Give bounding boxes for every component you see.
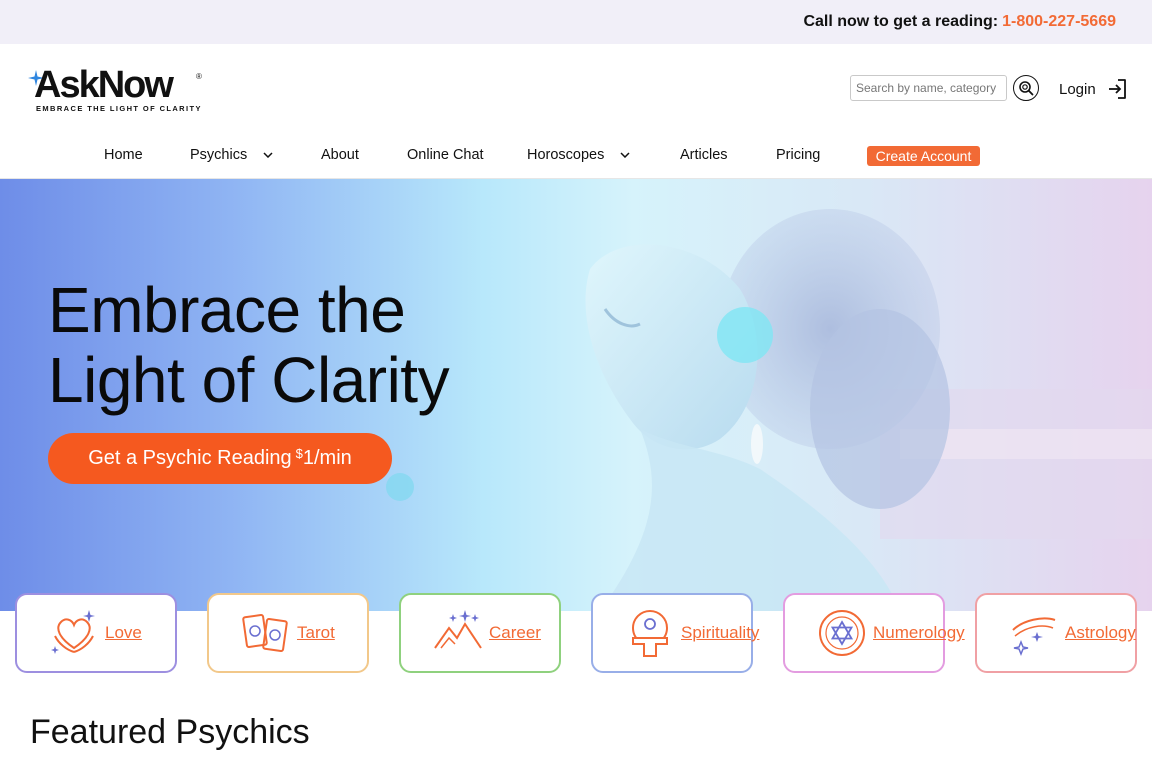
chevron-down-icon xyxy=(620,152,630,158)
search-icon xyxy=(1019,81,1034,96)
category-career[interactable]: Career xyxy=(399,593,561,673)
category-career-label: Career xyxy=(489,623,541,642)
search-input[interactable] xyxy=(850,75,1007,101)
logo-wordmark: AskNow xyxy=(34,64,174,106)
category-numerology-label: Numerology xyxy=(873,623,965,642)
hero-title-line1: Embrace the xyxy=(48,274,406,346)
login-label: Login xyxy=(1059,80,1096,98)
meditation-icon xyxy=(632,610,668,657)
hero-banner: Embrace the Light of Clarity Get a Psych… xyxy=(0,179,1152,611)
nav-articles-label: Articles xyxy=(680,147,728,163)
nav-psychics-label: Psychics xyxy=(190,147,248,163)
nav-articles[interactable]: Articles xyxy=(680,147,728,163)
nav-about[interactable]: About xyxy=(321,147,359,163)
category-astrology-label: Astrology xyxy=(1065,623,1136,642)
nav-online-chat-label: Online Chat xyxy=(407,147,484,163)
logo[interactable]: AskNow ® EMBRACE THE LIGHT OF CLARITY xyxy=(28,64,208,114)
hero-cta-price: 1/min xyxy=(302,447,352,469)
nav-home[interactable]: Home xyxy=(104,147,143,163)
featured-psychics-heading: Featured Psychics xyxy=(30,713,310,751)
phone-link[interactable]: 1-800-227-5669 xyxy=(1002,13,1116,31)
star-of-david-icon xyxy=(819,610,865,656)
hero-title-line2: Light of Clarity xyxy=(48,344,450,416)
category-tarot-label: Tarot xyxy=(297,623,335,642)
nav-pricing[interactable]: Pricing xyxy=(776,147,820,163)
nav-about-label: About xyxy=(321,147,359,163)
login-icon xyxy=(1108,79,1126,99)
category-love[interactable]: Love xyxy=(15,593,177,673)
top-bar: Call now to get a reading: 1-800-227-566… xyxy=(0,0,1152,44)
category-numerology[interactable]: Numerology xyxy=(783,593,965,673)
nav-horoscopes[interactable]: Horoscopes xyxy=(527,147,630,163)
category-spirituality-label: Spirituality xyxy=(681,623,760,642)
hero-title: Embrace the Light of Clarity xyxy=(48,274,450,416)
mountain-icon xyxy=(434,610,482,649)
login-button[interactable]: Login xyxy=(1059,78,1128,100)
hero-cta-currency: $ xyxy=(295,446,303,461)
header: AskNow ® EMBRACE THE LIGHT OF CLARITY Lo… xyxy=(0,44,1152,132)
tarot-cards-icon xyxy=(242,614,288,652)
search-button[interactable] xyxy=(1013,75,1039,101)
nav-psychics[interactable]: Psychics xyxy=(190,147,273,163)
call-text: Call now to get a reading: xyxy=(803,13,999,30)
nav-online-chat[interactable]: Online Chat xyxy=(407,147,484,163)
category-astrology[interactable]: Astrology xyxy=(975,593,1137,673)
nav-horoscopes-label: Horoscopes xyxy=(527,147,605,163)
category-love-label: Love xyxy=(105,623,142,642)
comet-icon xyxy=(1012,617,1056,657)
get-psychic-reading-button[interactable]: Get a Psychic Reading $ 1/min xyxy=(48,433,392,484)
logo-registered: ® xyxy=(196,72,202,81)
nav-home-label: Home xyxy=(104,147,143,163)
nav-pricing-label: Pricing xyxy=(776,147,821,163)
chevron-down-icon xyxy=(263,152,273,158)
logo-tagline: EMBRACE THE LIGHT OF CLARITY xyxy=(36,104,202,113)
category-spirituality[interactable]: Spirituality xyxy=(591,593,759,673)
create-account-button[interactable]: Create Account xyxy=(867,146,980,166)
hero-cta-label: Get a Psychic Reading xyxy=(88,447,292,469)
heart-hands-icon xyxy=(51,610,95,654)
category-tarot[interactable]: Tarot xyxy=(207,593,369,673)
